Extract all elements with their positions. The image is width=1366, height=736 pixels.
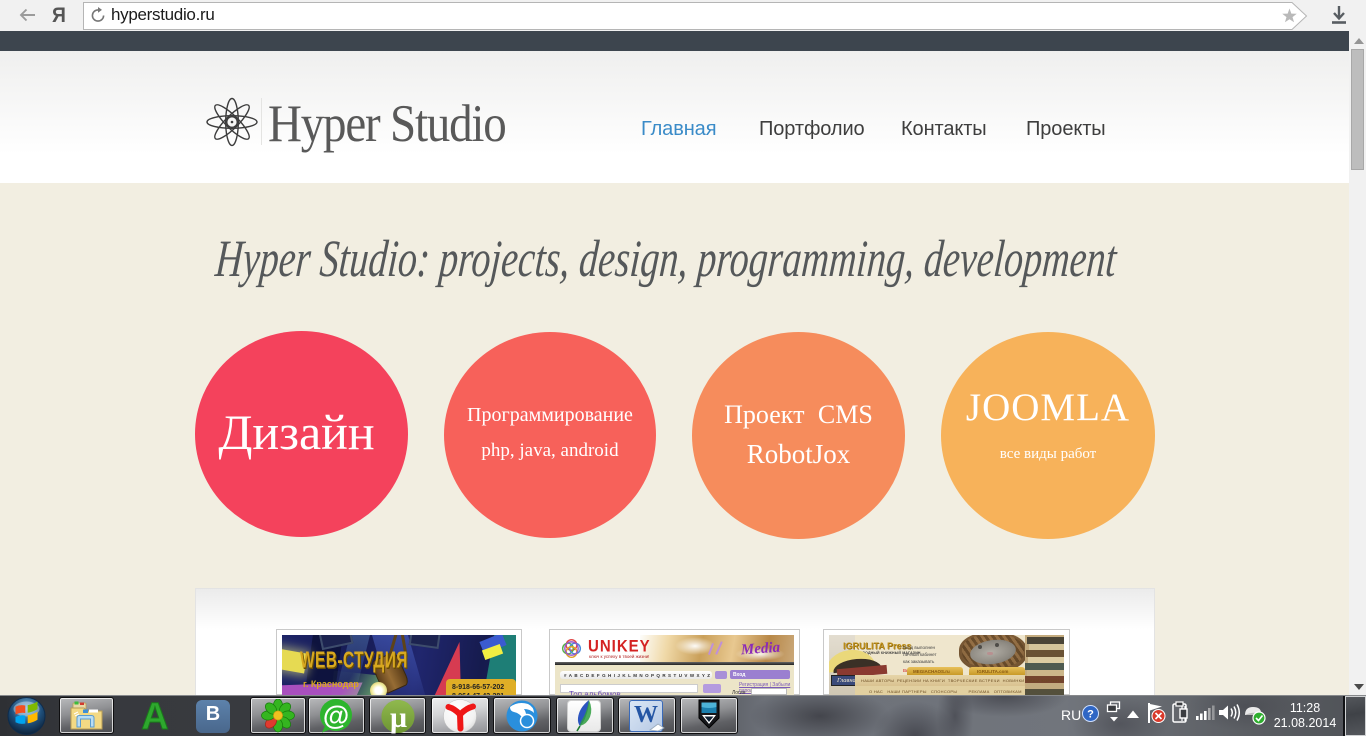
svg-text:A: A xyxy=(141,698,168,734)
svg-text:?: ? xyxy=(1087,709,1094,721)
svg-text:@: @ xyxy=(323,701,349,731)
svg-text:µ: µ xyxy=(390,701,407,734)
